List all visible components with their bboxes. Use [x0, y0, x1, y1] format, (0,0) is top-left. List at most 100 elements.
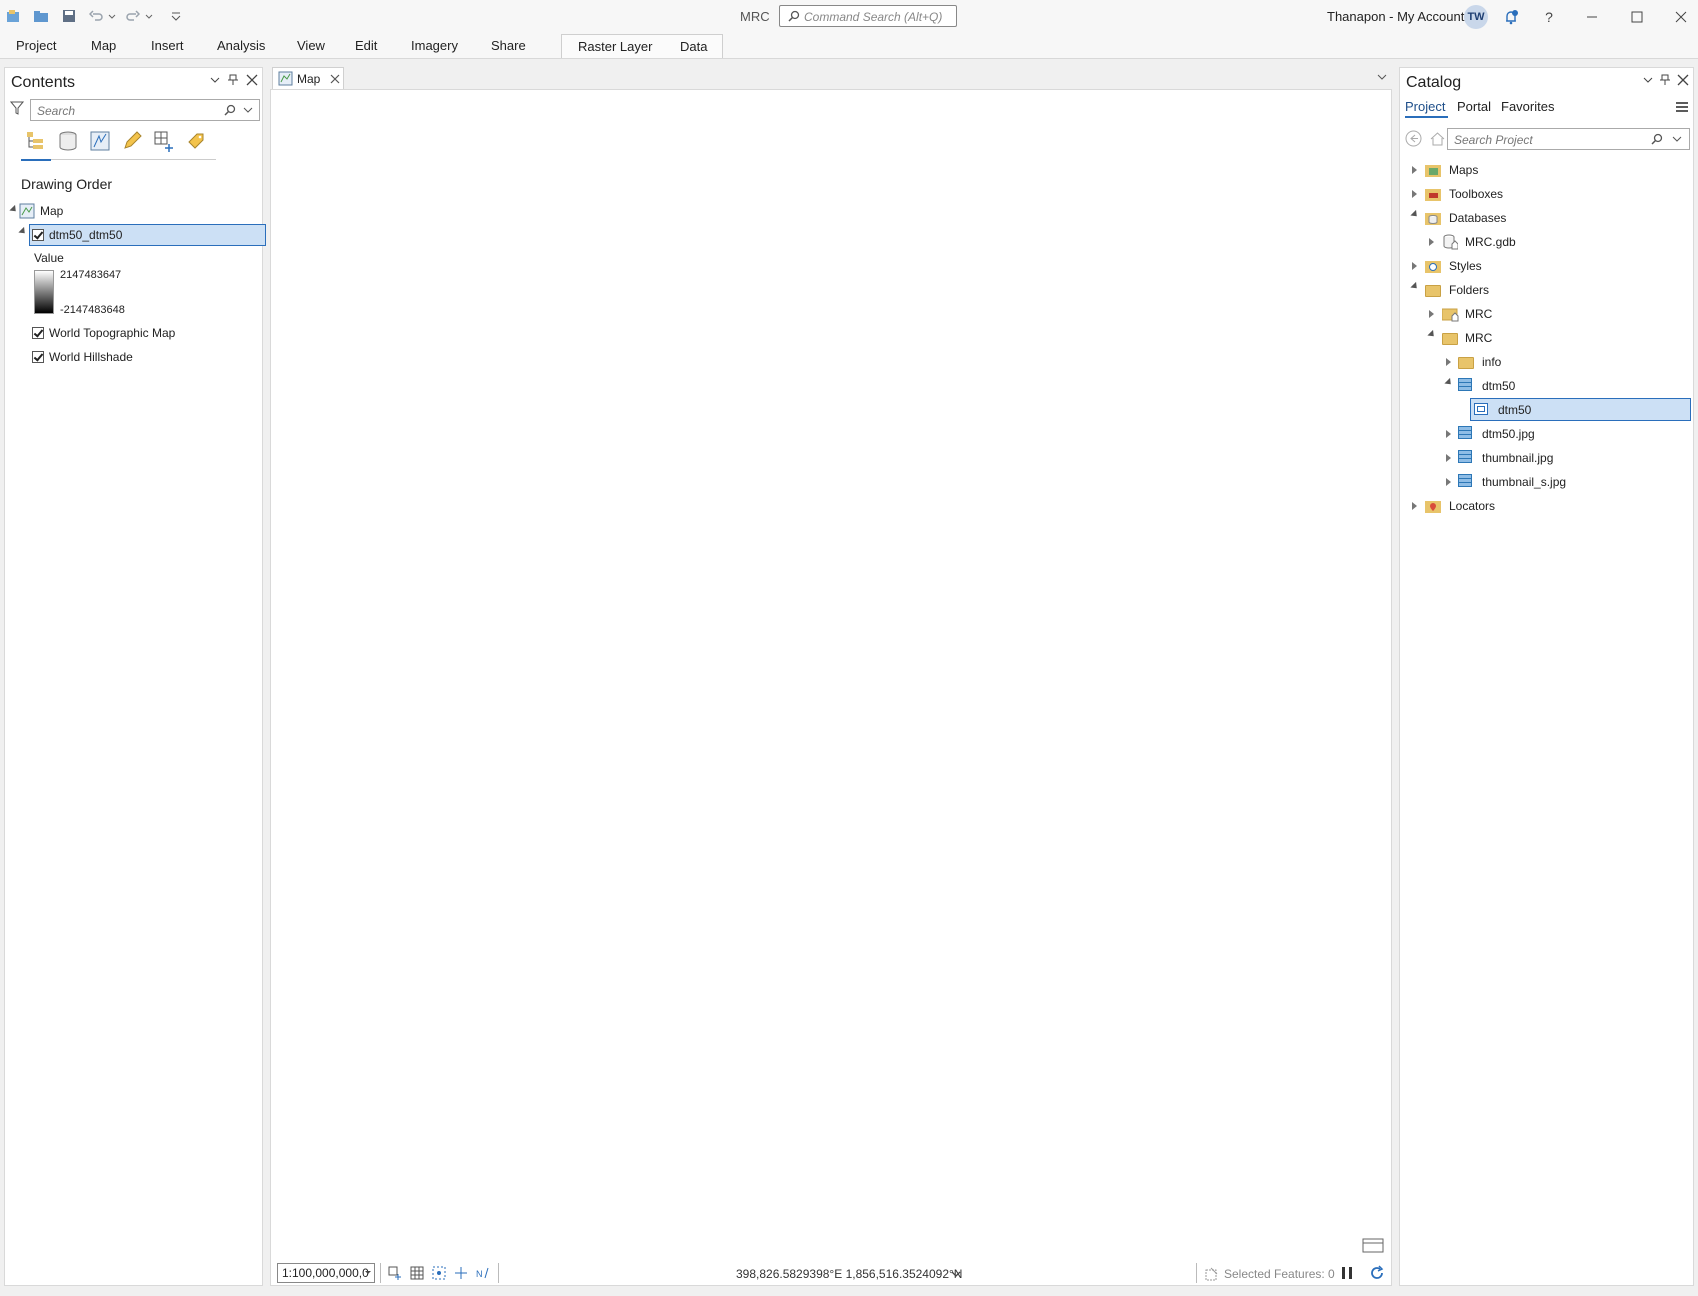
map-node[interactable]: Map: [40, 200, 63, 222]
expand-toggle[interactable]: [1412, 166, 1417, 174]
chevron-down-icon[interactable]: [1376, 71, 1388, 86]
collapse-toggle[interactable]: [1410, 209, 1420, 220]
catalog-item-mrc-folder[interactable]: MRC: [1465, 327, 1492, 349]
chevron-down-icon[interactable]: [1642, 74, 1654, 89]
tab-data[interactable]: Data: [680, 39, 707, 54]
menu-icon[interactable]: [1675, 100, 1689, 117]
list-by-data-source-icon[interactable]: [57, 130, 79, 155]
catalog-item-maps[interactable]: Maps: [1449, 159, 1478, 181]
maximize-icon[interactable]: [1626, 6, 1648, 28]
pin-icon[interactable]: [227, 74, 239, 89]
scale-selector[interactable]: 1:100,000,000,0: [277, 1263, 375, 1283]
catalog-item-locators[interactable]: Locators: [1449, 495, 1495, 517]
tab-insert[interactable]: Insert: [151, 38, 184, 53]
pause-icon[interactable]: [1340, 1266, 1354, 1283]
close-window-icon[interactable]: [1670, 6, 1692, 28]
grid-icon[interactable]: [410, 1266, 424, 1280]
expand-toggle[interactable]: [1429, 310, 1434, 318]
pin-icon[interactable]: [1659, 74, 1671, 89]
close-icon[interactable]: [246, 74, 258, 89]
back-icon[interactable]: [1405, 130, 1422, 150]
open-project-icon[interactable]: [33, 8, 49, 24]
chevron-down-icon[interactable]: [1672, 134, 1682, 144]
refresh-icon[interactable]: [1369, 1265, 1385, 1284]
chevron-down-icon[interactable]: [243, 105, 253, 115]
tab-map[interactable]: Map: [91, 38, 116, 53]
catalog-item-thumbnail-s-jpg[interactable]: thumbnail_s.jpg: [1482, 471, 1566, 493]
tab-view[interactable]: View: [297, 38, 325, 53]
overview-icon[interactable]: [1362, 1236, 1384, 1257]
layer-world-topographic-map[interactable]: World Topographic Map: [49, 322, 175, 344]
catalog-tab-project[interactable]: Project: [1405, 99, 1445, 114]
redo-icon[interactable]: [124, 8, 141, 24]
tab-share[interactable]: Share: [491, 38, 526, 53]
tab-analysis[interactable]: Analysis: [217, 38, 265, 53]
list-by-drawing-order-icon[interactable]: [25, 130, 47, 155]
snapping-icon[interactable]: [432, 1266, 446, 1280]
expand-toggle[interactable]: [1429, 238, 1434, 246]
catalog-search-input[interactable]: Search Project: [1447, 128, 1690, 150]
catalog-item-databases[interactable]: Databases: [1449, 207, 1506, 229]
expand-toggle[interactable]: [1446, 358, 1451, 366]
collapse-toggle[interactable]: [1444, 377, 1454, 388]
tab-project[interactable]: Project: [16, 38, 56, 53]
redo-dropdown-icon[interactable]: [145, 8, 153, 24]
filter-icon[interactable]: [9, 101, 25, 118]
crosshair-icon[interactable]: [454, 1266, 468, 1280]
chevron-down-icon[interactable]: [950, 1268, 962, 1283]
avatar[interactable]: TW: [1464, 5, 1488, 29]
tab-raster-layer[interactable]: Raster Layer: [578, 39, 652, 54]
catalog-tab-portal[interactable]: Portal: [1457, 99, 1491, 114]
list-by-labeling-icon[interactable]: [185, 130, 207, 155]
catalog-item-dtm50-jpg[interactable]: dtm50.jpg: [1482, 423, 1535, 445]
expand-toggle[interactable]: [1446, 430, 1451, 438]
save-project-icon[interactable]: [61, 8, 77, 24]
layer-visibility-checkbox[interactable]: [32, 327, 44, 339]
catalog-item-dtm50-band[interactable]: dtm50: [1498, 399, 1531, 421]
map-canvas[interactable]: [270, 89, 1392, 1286]
expand-toggle[interactable]: [1412, 262, 1417, 270]
catalog-item-dtm50[interactable]: dtm50: [1482, 375, 1515, 397]
catalog-item-styles[interactable]: Styles: [1449, 255, 1482, 277]
catalog-item-mrc-gdb[interactable]: MRC.gdb: [1465, 231, 1516, 253]
layer-world-hillshade[interactable]: World Hillshade: [49, 346, 133, 368]
expand-toggle[interactable]: [1446, 478, 1451, 486]
collapse-toggle[interactable]: [1427, 329, 1437, 340]
collapse-toggle[interactable]: [1410, 281, 1420, 292]
expand-toggle[interactable]: [1412, 502, 1417, 510]
customize-toolbar-icon[interactable]: [168, 8, 184, 24]
notifications-icon[interactable]: [1500, 6, 1522, 28]
tab-imagery[interactable]: Imagery: [411, 38, 458, 53]
catalog-item-folders[interactable]: Folders: [1449, 279, 1489, 301]
expand-toggle[interactable]: [1446, 454, 1451, 462]
command-search-input[interactable]: Command Search (Alt+Q): [779, 5, 957, 27]
map-view-tab[interactable]: Map: [272, 67, 344, 89]
fixed-zoom-icon[interactable]: [388, 1266, 402, 1280]
account-name[interactable]: Thanapon - My Account: [1327, 9, 1464, 24]
list-by-editing-icon[interactable]: [121, 130, 143, 155]
minimize-icon[interactable]: [1581, 6, 1603, 28]
catalog-tab-favorites[interactable]: Favorites: [1501, 99, 1554, 114]
new-project-icon[interactable]: [5, 8, 21, 24]
layer-visibility-checkbox[interactable]: [32, 229, 44, 241]
catalog-item-mrc-connection[interactable]: MRC: [1465, 303, 1492, 325]
undo-icon[interactable]: [88, 8, 105, 24]
list-by-snapping-icon[interactable]: [153, 130, 175, 155]
tab-edit[interactable]: Edit: [355, 38, 377, 53]
catalog-item-thumbnail-jpg[interactable]: thumbnail.jpg: [1482, 447, 1553, 469]
help-button[interactable]: ?: [1538, 6, 1560, 28]
chevron-down-icon[interactable]: [209, 74, 221, 89]
list-by-selection-icon[interactable]: [89, 130, 111, 155]
home-icon[interactable]: [1429, 130, 1446, 150]
layer-dtm50-dtm50[interactable]: dtm50_dtm50: [49, 224, 122, 246]
close-icon[interactable]: [1677, 74, 1689, 89]
expand-toggle[interactable]: [1412, 190, 1417, 198]
collapse-toggle[interactable]: [9, 204, 19, 215]
catalog-item-toolboxes[interactable]: Toolboxes: [1449, 183, 1503, 205]
catalog-item-info[interactable]: info: [1482, 351, 1501, 373]
close-icon[interactable]: [330, 74, 340, 84]
layer-visibility-checkbox[interactable]: [32, 351, 44, 363]
north-arrow-icon[interactable]: N: [476, 1266, 490, 1280]
contents-search-input[interactable]: Search: [30, 99, 260, 121]
undo-dropdown-icon[interactable]: [108, 8, 116, 24]
